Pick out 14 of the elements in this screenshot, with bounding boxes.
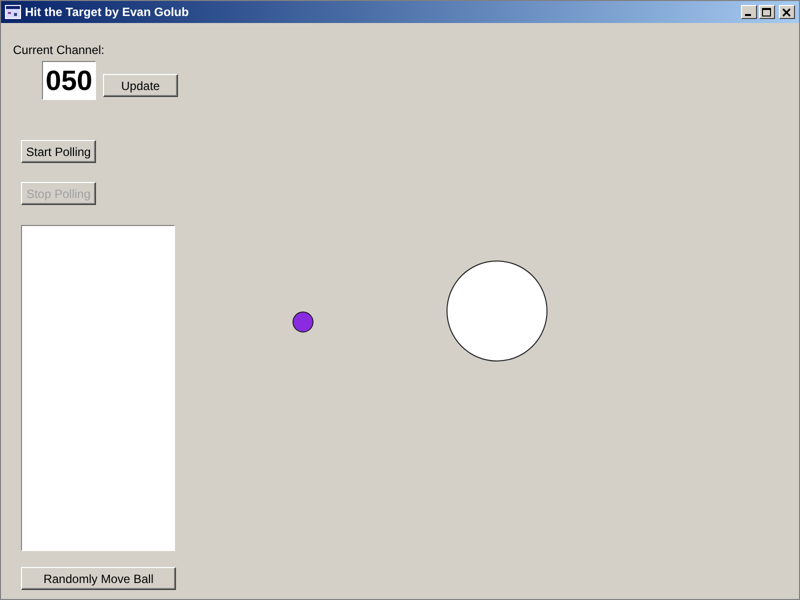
- maximize-button[interactable]: [759, 5, 775, 19]
- window-icon: [5, 5, 21, 19]
- minimize-icon: [745, 14, 751, 16]
- ball: [292, 311, 314, 333]
- close-icon: [782, 8, 792, 16]
- window-title: Hit the Target by Evan Golub: [25, 4, 189, 21]
- push-button[interactable]: Start Polling: [21, 140, 96, 163]
- channel-display: 050: [42, 61, 96, 100]
- maximize-icon: [762, 8, 772, 16]
- push-button[interactable]: Randomly Move Ball: [21, 567, 176, 590]
- close-button[interactable]: [779, 5, 795, 19]
- channel-label: Current Channel:: [13, 42, 106, 59]
- push-button[interactable]: Update: [103, 74, 178, 97]
- minimize-button[interactable]: [741, 5, 757, 19]
